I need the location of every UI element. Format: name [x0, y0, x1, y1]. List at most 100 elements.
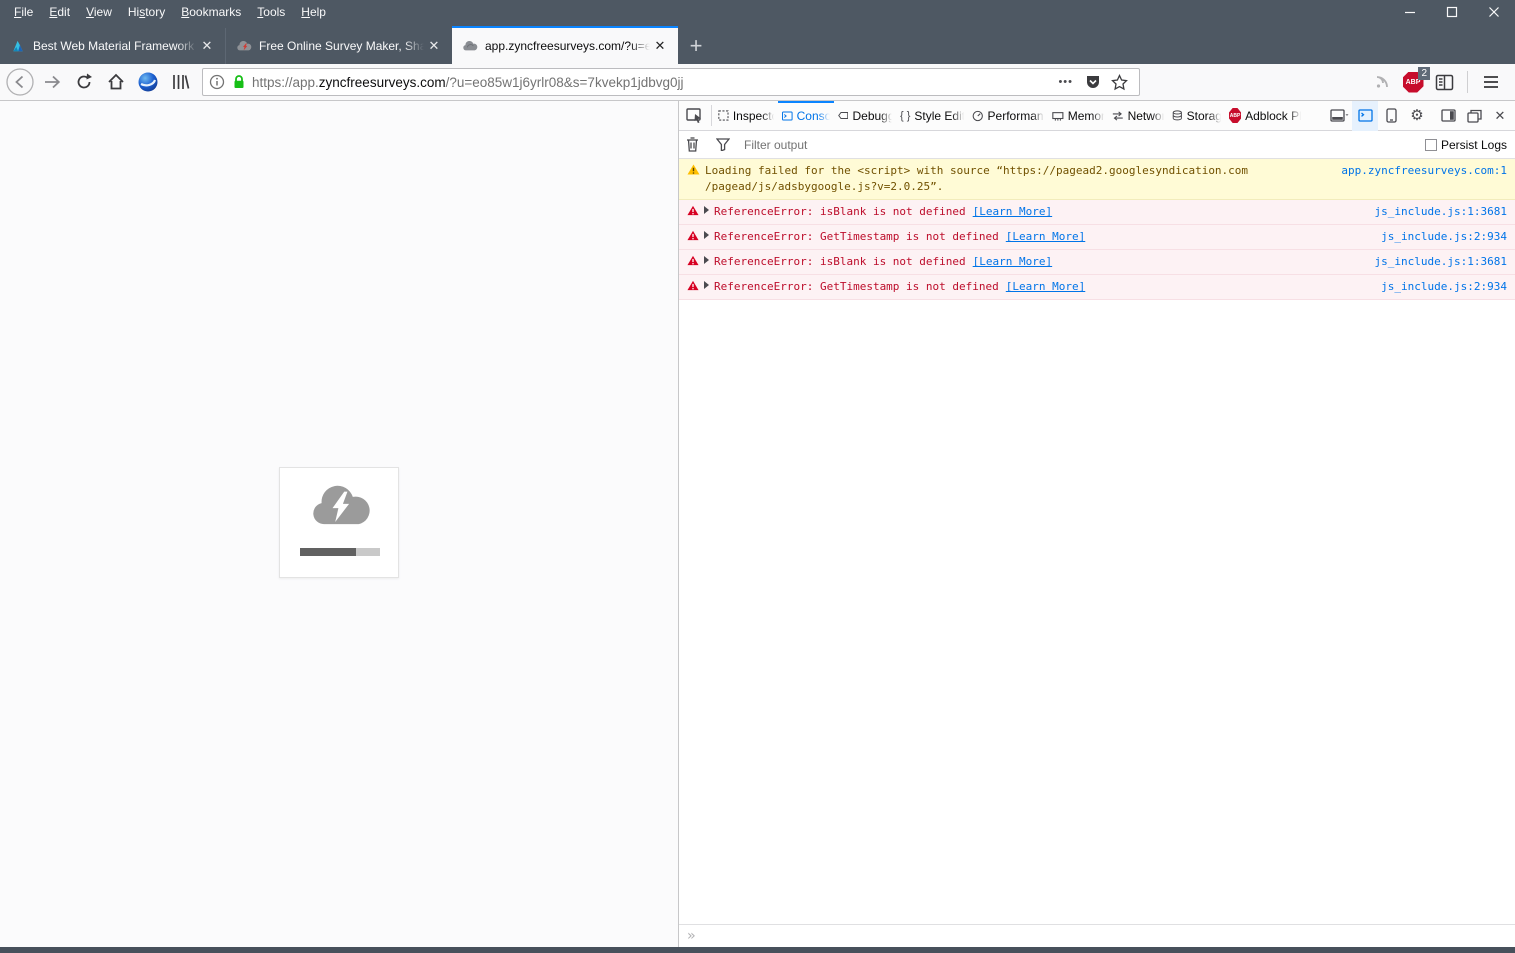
minimize-button[interactable] [1389, 0, 1431, 24]
tab-close-icon[interactable]: ✕ [424, 36, 444, 56]
library-button[interactable] [164, 67, 196, 97]
cloud-bolt-icon [313, 485, 370, 525]
performance-icon [972, 110, 983, 121]
sidebar-toggle-icon[interactable] [1428, 67, 1460, 97]
pocket-icon[interactable] [1080, 74, 1106, 90]
learn-more-link[interactable]: [Learn More] [973, 255, 1052, 268]
learn-more-link[interactable]: [Learn More] [973, 205, 1052, 218]
expand-caret-icon[interactable] [704, 231, 709, 239]
console-icon [782, 110, 793, 121]
menu-tools[interactable]: Tools [249, 1, 293, 23]
tab-title: app.zyncfreesurveys.com/?u=e [485, 39, 650, 53]
error-icon [687, 205, 699, 216]
persist-logs-label: Persist Logs [1440, 137, 1507, 152]
tab-debugger[interactable]: Debugger [834, 101, 896, 130]
rss-icon[interactable] [1366, 67, 1398, 97]
clear-console-icon[interactable] [679, 131, 705, 159]
menu-bookmarks[interactable]: Bookmarks [173, 1, 249, 23]
tab-memory[interactable]: Memory [1048, 101, 1108, 130]
bookmark-star-icon[interactable] [1106, 73, 1133, 91]
tab-close-icon[interactable]: ✕ [197, 36, 217, 56]
console-input-row[interactable]: » [679, 924, 1515, 947]
filter-funnel-icon[interactable] [710, 131, 736, 159]
error-icon [687, 280, 699, 291]
page-actions-icon[interactable]: ••• [1051, 76, 1080, 88]
sphere-logo-icon[interactable] [132, 67, 164, 97]
https-lock-icon[interactable] [232, 74, 246, 90]
window-bottom-border [0, 947, 1515, 953]
split-console-icon[interactable] [1352, 100, 1378, 131]
new-tab-button[interactable]: + [678, 28, 714, 64]
error-source-link[interactable]: js_include.js:1:3681 [1375, 204, 1507, 220]
menu-bar: File Edit View History Bookmarks Tools H… [0, 0, 1515, 24]
menu-history[interactable]: History [120, 1, 173, 23]
menu-items: File Edit View History Bookmarks Tools H… [0, 1, 334, 23]
console-error-row: ReferenceError: isBlank is not defined [L… [679, 200, 1515, 225]
devtools-separator [711, 105, 712, 126]
devtools-panel: Inspector Console Debugger { } Style Edi… [678, 100, 1515, 947]
cloud-red-bolt-icon [236, 38, 252, 54]
dock-to-side-icon[interactable] [1435, 101, 1461, 131]
gray-cloud-icon [462, 38, 478, 54]
browser-tab-2[interactable]: Free Online Survey Maker, Shar ✕ [226, 28, 452, 64]
inspector-icon [718, 110, 729, 121]
expand-caret-icon[interactable] [704, 206, 709, 214]
console-error-row: ReferenceError: GetTimestamp is not defi… [679, 225, 1515, 250]
navigation-toolbar: https://app.zyncfreesurveys.com/?u=eo85w… [0, 64, 1515, 101]
back-button[interactable] [4, 67, 36, 97]
tab-network[interactable]: Network [1108, 101, 1168, 130]
persist-logs-checkbox[interactable] [1424, 138, 1437, 151]
learn-more-link[interactable]: [Learn More] [1006, 280, 1085, 293]
memory-icon [1052, 111, 1064, 121]
address-bar[interactable]: https://app.zyncfreesurveys.com/?u=eo85w… [202, 68, 1140, 96]
close-window-button[interactable] [1473, 0, 1515, 24]
maximize-button[interactable] [1431, 0, 1473, 24]
devtools-settings-icon[interactable]: ⚙ [1404, 101, 1430, 131]
forward-button[interactable] [36, 67, 68, 97]
menu-help[interactable]: Help [293, 1, 334, 23]
console-filter-bar: Filter output Persist Logs [679, 131, 1515, 159]
learn-more-link[interactable]: [Learn More] [1006, 230, 1085, 243]
network-icon [1112, 110, 1123, 121]
browser-tab-1[interactable]: Best Web Material Framework A ✕ [0, 28, 226, 64]
hamburger-menu-icon[interactable] [1475, 67, 1507, 97]
reload-button[interactable] [68, 67, 100, 97]
browser-tab-3-active[interactable]: app.zyncfreesurveys.com/?u=e ✕ [452, 26, 678, 64]
dock-to-bottom-icon[interactable] [1326, 101, 1352, 131]
error-source-link[interactable]: js_include.js:2:934 [1381, 229, 1507, 245]
menu-edit[interactable]: Edit [41, 1, 78, 23]
home-button[interactable] [100, 67, 132, 97]
persist-logs-toggle[interactable]: Persist Logs [1424, 137, 1507, 152]
error-message: ReferenceError: isBlank is not defined [714, 255, 966, 268]
adblock-badge: 2 [1418, 67, 1430, 80]
tab-performance[interactable]: Performance [968, 101, 1048, 130]
close-devtools-icon[interactable]: ✕ [1487, 101, 1513, 131]
error-source-link[interactable]: js_include.js:2:934 [1381, 279, 1507, 295]
tab-adblock-plus[interactable]: ABP Adblock Plus [1225, 101, 1305, 130]
console-output: Loading failed for the <script> with sou… [679, 159, 1515, 300]
tab-inspector[interactable]: Inspector [714, 101, 778, 130]
error-source-link[interactable]: js_include.js:1:3681 [1375, 254, 1507, 270]
tab-console[interactable]: Console [778, 101, 834, 130]
debugger-icon [838, 112, 849, 119]
warning-source-link[interactable]: app.zyncfreesurveys.com:1 [1341, 163, 1507, 179]
adblock-plus-button[interactable]: ABP 2 [1398, 67, 1430, 97]
separate-window-icon[interactable] [1461, 101, 1487, 131]
responsive-design-mode-icon[interactable] [1378, 101, 1404, 131]
tab-close-icon[interactable]: ✕ [650, 36, 670, 56]
expand-caret-icon[interactable] [704, 256, 709, 264]
pick-element-icon[interactable] [679, 101, 709, 130]
tab-title: Free Online Survey Maker, Shar [259, 39, 424, 53]
console-error-row: ReferenceError: isBlank is not defined [L… [679, 250, 1515, 275]
filter-output-input[interactable]: Filter output [744, 138, 1425, 152]
main-area: Inspector Console Debugger { } Style Edi… [0, 100, 1515, 947]
page-info-icon[interactable] [209, 74, 225, 90]
error-icon [687, 230, 699, 241]
tab-style-editor[interactable]: { } Style Editor [896, 101, 968, 130]
page-content [0, 101, 678, 947]
expand-caret-icon[interactable] [704, 281, 709, 289]
menu-view[interactable]: View [78, 1, 120, 23]
loading-progress-fill [300, 548, 356, 556]
menu-file[interactable]: File [6, 1, 41, 23]
tab-storage[interactable]: Storage [1168, 101, 1225, 130]
